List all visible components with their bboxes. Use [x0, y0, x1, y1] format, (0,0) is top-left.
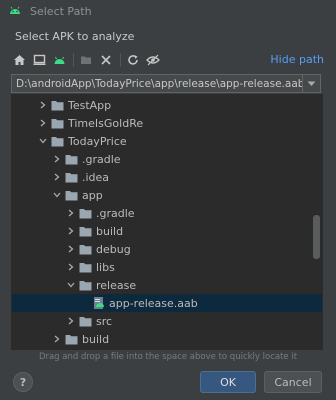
refresh-button[interactable] — [124, 51, 142, 69]
chevron-down-icon[interactable] — [66, 276, 76, 294]
tree-item-label: app — [82, 188, 103, 202]
tree-file-row[interactable]: app-release.aab — [12, 294, 322, 312]
path-dropdown-button[interactable] — [302, 75, 320, 92]
folder-icon — [65, 190, 78, 200]
chevron-down-icon[interactable] — [52, 186, 62, 204]
tree-folder-row[interactable]: debug — [12, 240, 322, 258]
drag-drop-hint: Drag and drop a file into the space abov… — [38, 352, 298, 362]
tree-folder-row[interactable]: release — [12, 276, 322, 294]
tree-folder-row[interactable]: TestApp — [12, 96, 322, 114]
desktop-icon — [33, 54, 45, 65]
tree-folder-row[interactable]: TodayPrice — [12, 132, 322, 150]
tree-item-label: build — [96, 224, 124, 238]
refresh-icon — [128, 55, 138, 65]
toolbar-separator — [120, 53, 121, 67]
chevron-right-icon[interactable] — [38, 114, 48, 132]
path-input[interactable] — [12, 75, 302, 92]
window-title: Select Path — [30, 4, 92, 18]
tree-folder-row[interactable]: gradle — [12, 348, 322, 349]
android-icon — [54, 56, 64, 64]
tree-folder-row[interactable]: app — [12, 186, 322, 204]
android-studio-icon — [10, 6, 20, 14]
new-folder-icon — [80, 56, 91, 64]
tree-folder-row[interactable]: build — [12, 222, 322, 240]
ok-button[interactable]: OK — [200, 371, 256, 393]
dialog-subtitle: Select APK to analyze — [15, 30, 135, 43]
tree-folder-row[interactable]: src — [12, 312, 322, 330]
cancel-button[interactable]: Cancel — [264, 371, 322, 393]
folder-icon — [65, 154, 78, 164]
chevron-right-icon[interactable] — [52, 150, 62, 168]
toolbar-separator — [73, 53, 74, 67]
delete-icon — [101, 55, 111, 65]
folder-icon — [51, 100, 64, 110]
chevron-down-icon[interactable] — [38, 132, 48, 150]
path-combobox — [11, 74, 321, 93]
tree-item-label: build — [82, 332, 110, 346]
chevron-right-icon[interactable] — [38, 96, 48, 114]
tree-item-label: src — [96, 314, 113, 328]
tree-item-label: libs — [96, 260, 115, 274]
tree-folder-row[interactable]: .idea — [12, 168, 322, 186]
tree-item-label: TodayPrice — [68, 134, 127, 148]
folder-icon — [65, 172, 78, 182]
tree-item-label: release — [96, 278, 137, 292]
tree-item-label: app-release.aab — [109, 296, 198, 310]
home-icon — [13, 55, 25, 65]
file-tree[interactable]: TestApp TimeIsGoldRe TodayPrice .gradle .ide… — [11, 94, 323, 350]
folder-icon — [65, 334, 78, 344]
hide-path-link[interactable]: Hide path — [270, 53, 324, 66]
chevron-right-icon[interactable] — [66, 258, 76, 276]
chevron-right-icon[interactable] — [66, 204, 76, 222]
folder-icon — [79, 226, 92, 236]
tree-folder-row[interactable]: build — [12, 330, 322, 348]
tree-item-label: TestApp — [68, 98, 112, 112]
folder-icon — [51, 136, 64, 146]
tree-item-label: .gradle — [82, 152, 121, 166]
show-hidden-button[interactable] — [144, 51, 162, 69]
help-button[interactable]: ? — [13, 372, 33, 392]
folder-icon — [79, 280, 92, 290]
tree-folder-row[interactable]: .gradle — [12, 150, 322, 168]
home-button[interactable] — [10, 51, 28, 69]
delete-button[interactable] — [97, 51, 115, 69]
folder-icon — [79, 316, 92, 326]
show-hidden-icon — [146, 54, 160, 66]
tree-item-label: .idea — [82, 170, 110, 184]
chevron-right-icon[interactable] — [52, 168, 62, 186]
android-bundle-icon — [94, 297, 104, 309]
chevron-right-icon[interactable] — [52, 348, 62, 349]
project-button[interactable] — [50, 51, 68, 69]
tree-folder-row[interactable]: libs — [12, 258, 322, 276]
tree-item-label: .gradle — [96, 206, 135, 220]
title-bar: Select Path — [0, 0, 336, 22]
folder-icon — [79, 262, 92, 272]
chevron-right-icon[interactable] — [66, 222, 76, 240]
tree-folder-row[interactable]: TimeIsGoldRe — [12, 114, 322, 132]
tree-item-label: TimeIsGoldRe — [68, 116, 144, 130]
folder-icon — [79, 244, 92, 254]
chevron-right-icon[interactable] — [52, 330, 62, 348]
folder-icon — [51, 118, 64, 128]
folder-icon — [79, 208, 92, 218]
new-folder-button[interactable] — [77, 51, 95, 69]
chevron-down-icon — [307, 81, 316, 86]
tree-item-label: debug — [96, 242, 131, 256]
tree-folder-row[interactable]: .gradle — [12, 204, 322, 222]
chevron-right-icon[interactable] — [66, 240, 76, 258]
chevron-right-icon[interactable] — [66, 312, 76, 330]
desktop-button[interactable] — [30, 51, 48, 69]
